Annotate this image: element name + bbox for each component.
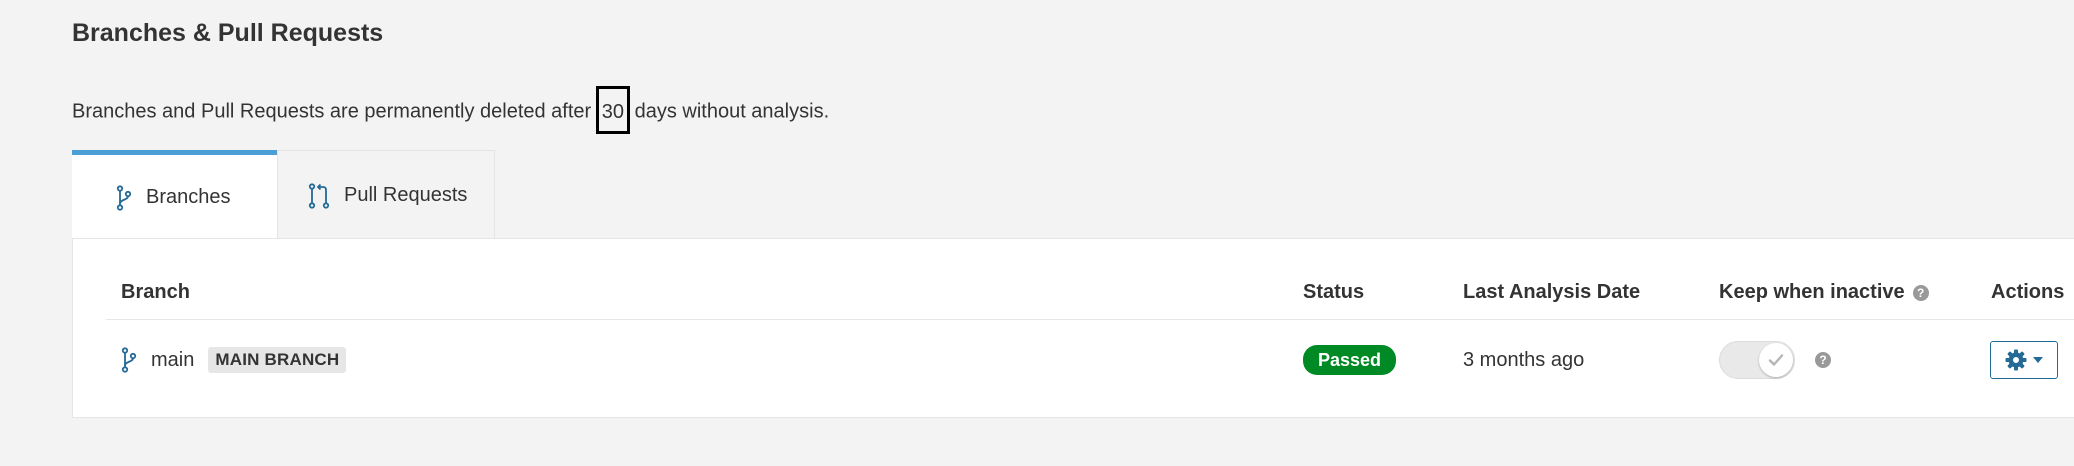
description-text-after: days without analysis.: [634, 100, 830, 123]
status-badge: Passed: [1303, 345, 1397, 375]
branch-actions-button[interactable]: [1990, 341, 2058, 379]
last-analysis-date: 3 months ago: [1463, 348, 1585, 371]
branch-cell: main MAIN BRANCH: [121, 321, 347, 399]
tab-branches[interactable]: Branches: [72, 150, 277, 240]
branch-name: main: [151, 348, 195, 371]
main-branch-badge: MAIN BRANCH: [208, 347, 347, 373]
status-cell: Passed: [1303, 321, 1397, 399]
column-header-status[interactable]: Status: [1303, 281, 1364, 304]
column-header-last-analysis[interactable]: Last Analysis Date: [1463, 281, 1640, 304]
keep-inactive-cell: ?: [1719, 321, 1831, 399]
header-divider: [106, 319, 2074, 320]
actions-cell: [1990, 321, 2058, 399]
check-icon: [1759, 343, 1793, 377]
column-header-keep-inactive[interactable]: Keep when inactive ?: [1719, 281, 1929, 304]
gear-icon: [2005, 349, 2027, 371]
pull-request-icon: [308, 182, 330, 209]
table-row: main MAIN BRANCH Passed 3 months ago ?: [106, 321, 2074, 399]
description-text-before: Branches and Pull Requests are permanent…: [72, 100, 592, 123]
retention-description: Branches and Pull Requests are permanent…: [72, 86, 830, 136]
help-icon[interactable]: ?: [1912, 284, 1929, 301]
retention-days-value: 30: [595, 86, 631, 134]
branches-panel: Branch Status Last Analysis Date Keep wh…: [72, 238, 2074, 418]
branch-icon: [121, 347, 137, 373]
column-header-branch[interactable]: Branch: [121, 281, 190, 304]
tab-bar: Branches Pull Requests: [72, 150, 495, 240]
branch-icon: [116, 184, 132, 211]
page-title: Branches & Pull Requests: [72, 19, 384, 47]
column-header-actions: Actions: [1991, 281, 2065, 303]
tab-pull-requests[interactable]: Pull Requests: [277, 150, 495, 240]
caret-down-icon: [2033, 357, 2043, 363]
keep-inactive-toggle[interactable]: [1719, 341, 1795, 379]
column-header-keep-inactive-label: Keep when inactive: [1719, 281, 1905, 303]
tab-pull-requests-label: Pull Requests: [344, 184, 468, 206]
tab-branches-label: Branches: [146, 186, 231, 208]
help-icon[interactable]: ?: [1815, 352, 1831, 368]
